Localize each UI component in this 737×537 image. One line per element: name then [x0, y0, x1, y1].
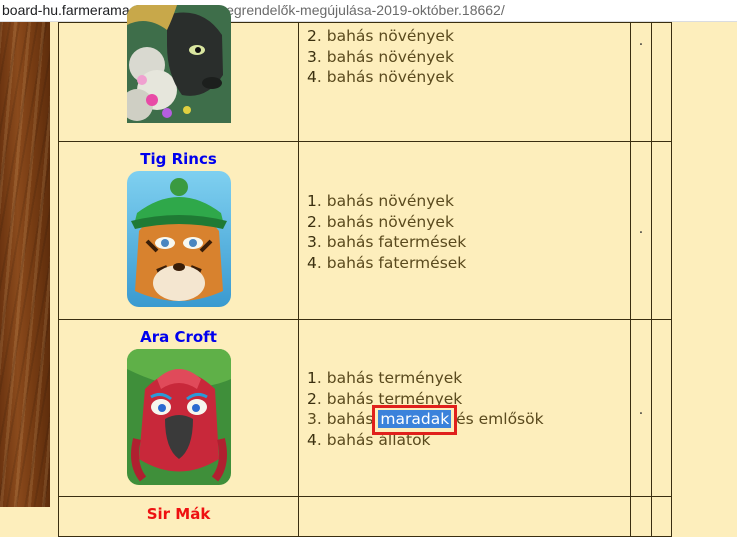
order-list: 1. bahás termények 2. bahás termények 3.… — [299, 368, 630, 450]
list-item: 2. bahás termények — [307, 389, 463, 408]
status-cell: . — [630, 22, 652, 142]
tiger-avatar-icon — [126, 171, 231, 307]
gutter — [50, 22, 58, 507]
farmer-cell: Sir Mák — [58, 496, 299, 537]
order-list: 2. bahás növények 3. bahás növények 4. b… — [299, 26, 630, 88]
status-cell — [630, 496, 652, 537]
list-item: 4. bahás növények — [307, 68, 454, 86]
list-item-suffix: és emlősök — [451, 410, 544, 428]
empty-cell — [651, 22, 672, 142]
list-number: 3 — [307, 233, 317, 251]
table-row: Sir Mák — [58, 496, 672, 537]
tiger-avatar — [126, 171, 231, 307]
status-mark: . — [638, 402, 644, 418]
list-item: 4. bahás állatok — [307, 430, 431, 449]
list-item: 3. bahás fatermések — [307, 233, 467, 251]
status-cell: . — [630, 319, 652, 497]
list-number: 3 — [307, 47, 317, 66]
list-item-prefix: 3. bahás — [307, 410, 379, 428]
list-item: 3. bahás növények — [307, 47, 454, 66]
empty-cell — [651, 141, 672, 320]
table-row: Ara Croft 1. bahás termények 2. bahás te… — [58, 319, 672, 497]
order-cell: 1. bahás termények 2. bahás termények 3.… — [298, 319, 631, 497]
empty-cell — [651, 319, 672, 497]
list-item: 1. bahás termények — [307, 369, 463, 387]
farmer-cell — [58, 5, 299, 142]
list-number: 2 — [307, 212, 317, 231]
farmer-name[interactable]: Sir Mák — [59, 505, 298, 523]
status-cell: . — [630, 141, 652, 320]
farmer-name[interactable]: Tig Rincs — [59, 150, 298, 168]
list-item: 1. bahás növények — [307, 192, 454, 210]
order-list: 1. bahás növények 2. bahás növények 3. b… — [299, 191, 630, 273]
list-item: 3. bahás maradak és emlősök — [307, 405, 630, 435]
sheep-avatar-icon — [126, 5, 231, 123]
sheep-avatar — [126, 5, 231, 141]
parrot-avatar-icon — [126, 349, 231, 485]
list-item: 2. bahás növények — [307, 27, 454, 45]
parrot-avatar — [126, 349, 231, 485]
list-number: 4 — [307, 430, 317, 449]
empty-cell — [651, 496, 672, 537]
table-row: Tig Rincs 1. bahás növények 2. bahás növ… — [58, 141, 672, 320]
list-item: 2. bahás növények — [307, 212, 454, 231]
order-cell: 1. bahás növények 2. bahás növények 3. b… — [298, 141, 631, 320]
list-number: 1 — [307, 192, 317, 210]
list-number: 2 — [307, 27, 317, 45]
highlighted-word[interactable]: maradak — [372, 405, 458, 435]
list-number: 4 — [307, 253, 317, 272]
farmer-cell: Tig Rincs — [58, 141, 299, 320]
table-row: 2. bahás növények 3. bahás növények 4. b… — [58, 5, 672, 142]
order-cell — [298, 496, 631, 537]
farmer-cell: Ara Croft — [58, 319, 299, 497]
order-cell: 2. bahás növények 3. bahás növények 4. b… — [298, 22, 631, 142]
orders-table: 2. bahás növények 3. bahás növények 4. b… — [58, 5, 672, 537]
status-mark: . — [638, 33, 644, 49]
wood-sidebar — [0, 22, 50, 507]
farmer-name[interactable]: Ara Croft — [59, 328, 298, 346]
list-item: 4. bahás fatermések — [307, 253, 467, 272]
list-number: 4 — [307, 68, 317, 86]
selected-text[interactable]: maradak — [378, 410, 452, 428]
list-number: 2 — [307, 389, 317, 408]
address-bar[interactable]: board-hu.farmerama.com/threads/megrendel… — [0, 0, 737, 22]
status-mark: . — [638, 221, 644, 237]
list-number: 1 — [307, 369, 317, 387]
